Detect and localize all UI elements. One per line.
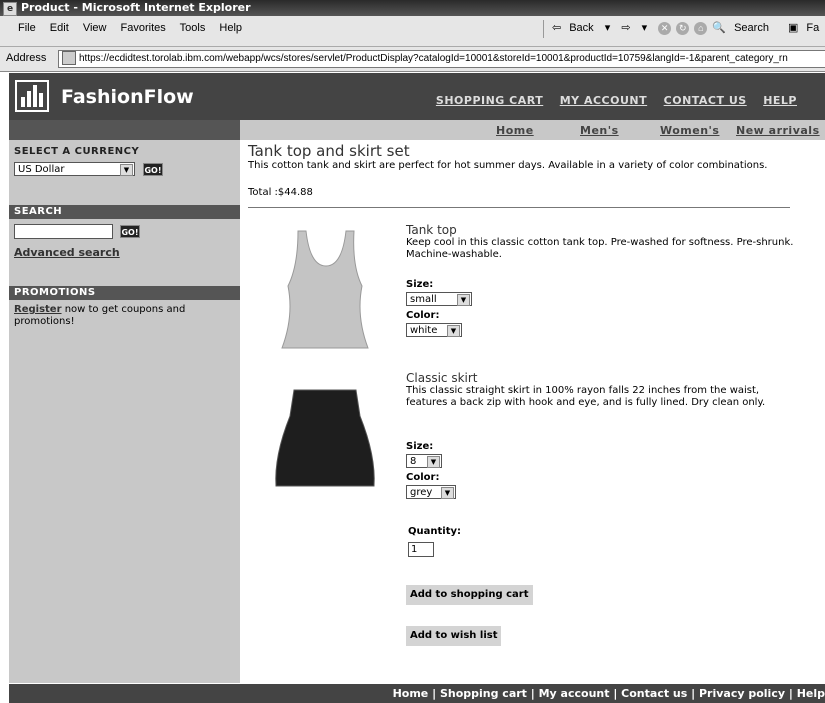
currency-select[interactable]: US Dollar ▼ [14,162,135,176]
page-title: Tank top and skirt set [248,142,410,160]
add-to-cart-button[interactable]: Add to shopping cart [406,585,533,605]
nav-new-arrivals[interactable]: New arrivals [736,124,820,137]
size-label: Size: [406,279,434,290]
browser-window: e Product - Microsoft Internet Explorer F… [0,0,825,703]
forward-button[interactable]: ⇨ ▾ [621,21,647,34]
forward-arrow-icon: ⇨ [621,22,631,34]
item-description-skirt: This classic straight skirt in 100% rayo… [406,385,766,408]
site-header: FashionFlow SHOPPING CART MY ACCOUNT CON… [9,73,825,120]
product-description: This cotton tank and skirt are perfect f… [248,160,768,171]
window-title: Product - Microsoft Internet Explorer [21,1,251,14]
menu-file[interactable]: File [18,22,36,34]
address-url: https://ecdidtest.torolab.ibm.com/webapp… [79,53,788,64]
promotions-text: Register now to get coupons and promotio… [14,304,186,327]
color-label: Color: [406,472,440,483]
tank-color-select[interactable]: white ▼ [406,323,462,337]
refresh-icon[interactable]: ↻ [676,21,690,35]
search-input[interactable] [14,224,113,239]
footer-text[interactable]: Home | Shopping cart | My account | Cont… [393,687,825,700]
nav-help[interactable]: HELP [763,94,797,107]
quantity-label: Quantity: [408,526,461,537]
favorites-button[interactable]: ▣ Fa [788,21,825,34]
menu-toolbar-row: File Edit View Favorites Tools Help ⇦ Bac… [0,16,825,47]
fashionflow-logo-icon[interactable] [15,80,49,112]
nav-contact-us[interactable]: CONTACT US [664,94,747,107]
back-arrow-icon: ⇦ [552,22,562,34]
tank-top-image [281,230,369,349]
item-title-skirt: Classic skirt [406,371,478,385]
register-link[interactable]: Register [14,304,62,315]
toolbar: ⇦ Back ▾ ⇨ ▾ ✕ ↻ ⌂ 🔍 Search ▣ Fa [552,21,825,35]
back-button[interactable]: ⇦ Back ▾ [552,21,610,34]
nav-home[interactable]: Home [496,124,534,137]
advanced-search-link[interactable]: Advanced search [14,246,120,259]
address-input[interactable]: https://ecdidtest.torolab.ibm.com/webapp… [58,50,825,68]
skirt-size-select[interactable]: 8 ▼ [406,454,442,468]
page-icon [62,51,76,66]
quantity-input[interactable]: 1 [408,542,434,557]
tank-size-select[interactable]: small ▼ [406,292,472,306]
title-bar: e Product - Microsoft Internet Explorer [0,0,825,16]
search-button[interactable]: 🔍 Search [712,21,777,34]
search-heading: SEARCH [9,205,240,219]
toolbar-separator [543,20,544,38]
chevron-down-icon: ▼ [441,487,454,499]
color-label: Color: [406,310,440,321]
add-to-wish-list-button[interactable]: Add to wish list [406,626,502,646]
promotions-heading: PROMOTIONS [9,286,240,300]
chevron-down-icon: ▼ [447,325,460,337]
menu-help[interactable]: Help [219,22,242,34]
chevron-down-icon: ▼ [427,456,440,468]
product-total: Total :$44.88 [248,187,313,198]
nav-shopping-cart[interactable]: SHOPPING CART [436,94,543,107]
favorites-icon: ▣ [788,22,799,34]
skirt-image [275,389,375,487]
top-nav: SHOPPING CART MY ACCOUNT CONTACT US HELP [423,94,797,107]
size-label: Size: [406,441,434,452]
footer-links[interactable]: Home | Shopping cart | My account | Cont… [9,684,825,703]
nav-mens[interactable]: Men's [580,124,619,137]
address-bar: Address https://ecdidtest.torolab.ibm.co… [0,47,825,72]
search-icon: 🔍 [712,22,727,34]
menu-view[interactable]: View [83,22,107,34]
skirt-color-select[interactable]: grey ▼ [406,485,456,499]
category-nav: Home Men's Women's New arrivals [240,120,825,140]
stop-icon[interactable]: ✕ [658,21,672,35]
item-description-tank-top: Keep cool in this classic cotton tank to… [406,237,794,260]
menu-bar: File Edit View Favorites Tools Help [18,22,253,34]
search-go-button[interactable]: GO! [120,225,140,238]
currency-go-button[interactable]: GO! [143,163,163,176]
chevron-down-icon: ▼ [120,164,133,176]
nav-my-account[interactable]: MY ACCOUNT [560,94,647,107]
menu-favorites[interactable]: Favorites [121,22,166,34]
left-sidebar: SELECT A CURRENCY US Dollar ▼ GO! SEARCH … [9,120,240,683]
currency-heading: SELECT A CURRENCY [14,146,140,157]
divider [248,207,790,208]
item-title-tank-top: Tank top [406,223,457,237]
ie-icon: e [3,2,17,16]
chevron-down-icon: ▼ [457,294,470,306]
nav-womens[interactable]: Women's [660,124,719,137]
menu-tools[interactable]: Tools [180,22,206,34]
brand-name[interactable]: FashionFlow [61,86,194,108]
home-icon[interactable]: ⌂ [694,21,708,35]
menu-edit[interactable]: Edit [50,22,69,34]
address-label: Address [6,52,47,64]
sidebar-band [9,120,240,140]
